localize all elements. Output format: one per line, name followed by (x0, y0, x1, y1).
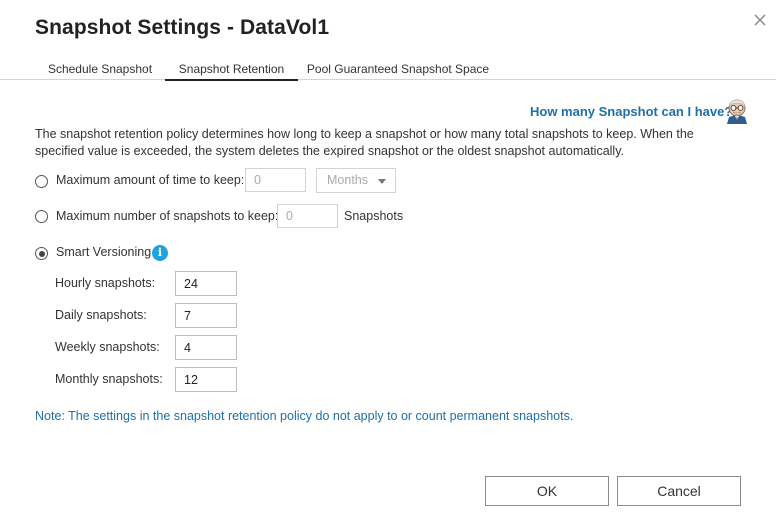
dialog-title: Snapshot Settings - DataVol1 (35, 16, 330, 39)
cancel-button[interactable]: Cancel (617, 476, 741, 506)
retention-policy-description: The snapshot retention policy determines… (35, 127, 694, 158)
how-many-snapshots-link[interactable]: How many Snapshot can I have? (530, 104, 732, 119)
time-unit-value: Months (327, 173, 368, 187)
tab-bar: Schedule Snapshot Snapshot Retention Poo… (0, 57, 776, 81)
max-time-radio[interactable] (35, 175, 48, 188)
monthly-snapshots-label: Monthly snapshots: (55, 372, 163, 386)
assistant-mascot-icon[interactable] (724, 98, 750, 124)
weekly-snapshots-input[interactable] (175, 335, 237, 360)
info-icon[interactable]: i (152, 245, 168, 261)
chevron-down-icon (378, 179, 386, 184)
monthly-snapshots-input[interactable] (175, 367, 237, 392)
max-count-radio[interactable] (35, 210, 48, 223)
smart-versioning-label: Smart Versioning (56, 245, 152, 259)
smart-versioning-radio[interactable] (35, 247, 48, 260)
max-count-input[interactable] (277, 204, 338, 228)
max-count-label: Maximum number of snapshots to keep: (56, 209, 279, 223)
max-time-input[interactable] (245, 168, 306, 192)
daily-snapshots-label: Daily snapshots: (55, 308, 147, 322)
close-icon[interactable] (751, 11, 769, 29)
tab-schedule-snapshot[interactable]: Schedule Snapshot (35, 57, 165, 79)
tab-pool-guaranteed-snapshot-space[interactable]: Pool Guaranteed Snapshot Space (298, 57, 498, 79)
snapshot-settings-dialog: Snapshot Settings - DataVol1 Schedule Sn… (0, 0, 776, 530)
tab-snapshot-retention[interactable]: Snapshot Retention (165, 57, 298, 81)
time-unit-select[interactable]: Months (316, 168, 396, 193)
hourly-snapshots-input[interactable] (175, 271, 237, 296)
weekly-snapshots-label: Weekly snapshots: (55, 340, 160, 354)
max-time-label: Maximum amount of time to keep: (56, 173, 245, 187)
hourly-snapshots-label: Hourly snapshots: (55, 276, 156, 290)
ok-button[interactable]: OK (485, 476, 609, 506)
permanent-snapshots-note: Note: The settings in the snapshot reten… (35, 409, 574, 423)
daily-snapshots-input[interactable] (175, 303, 237, 328)
snapshots-suffix-label: Snapshots (344, 209, 404, 223)
